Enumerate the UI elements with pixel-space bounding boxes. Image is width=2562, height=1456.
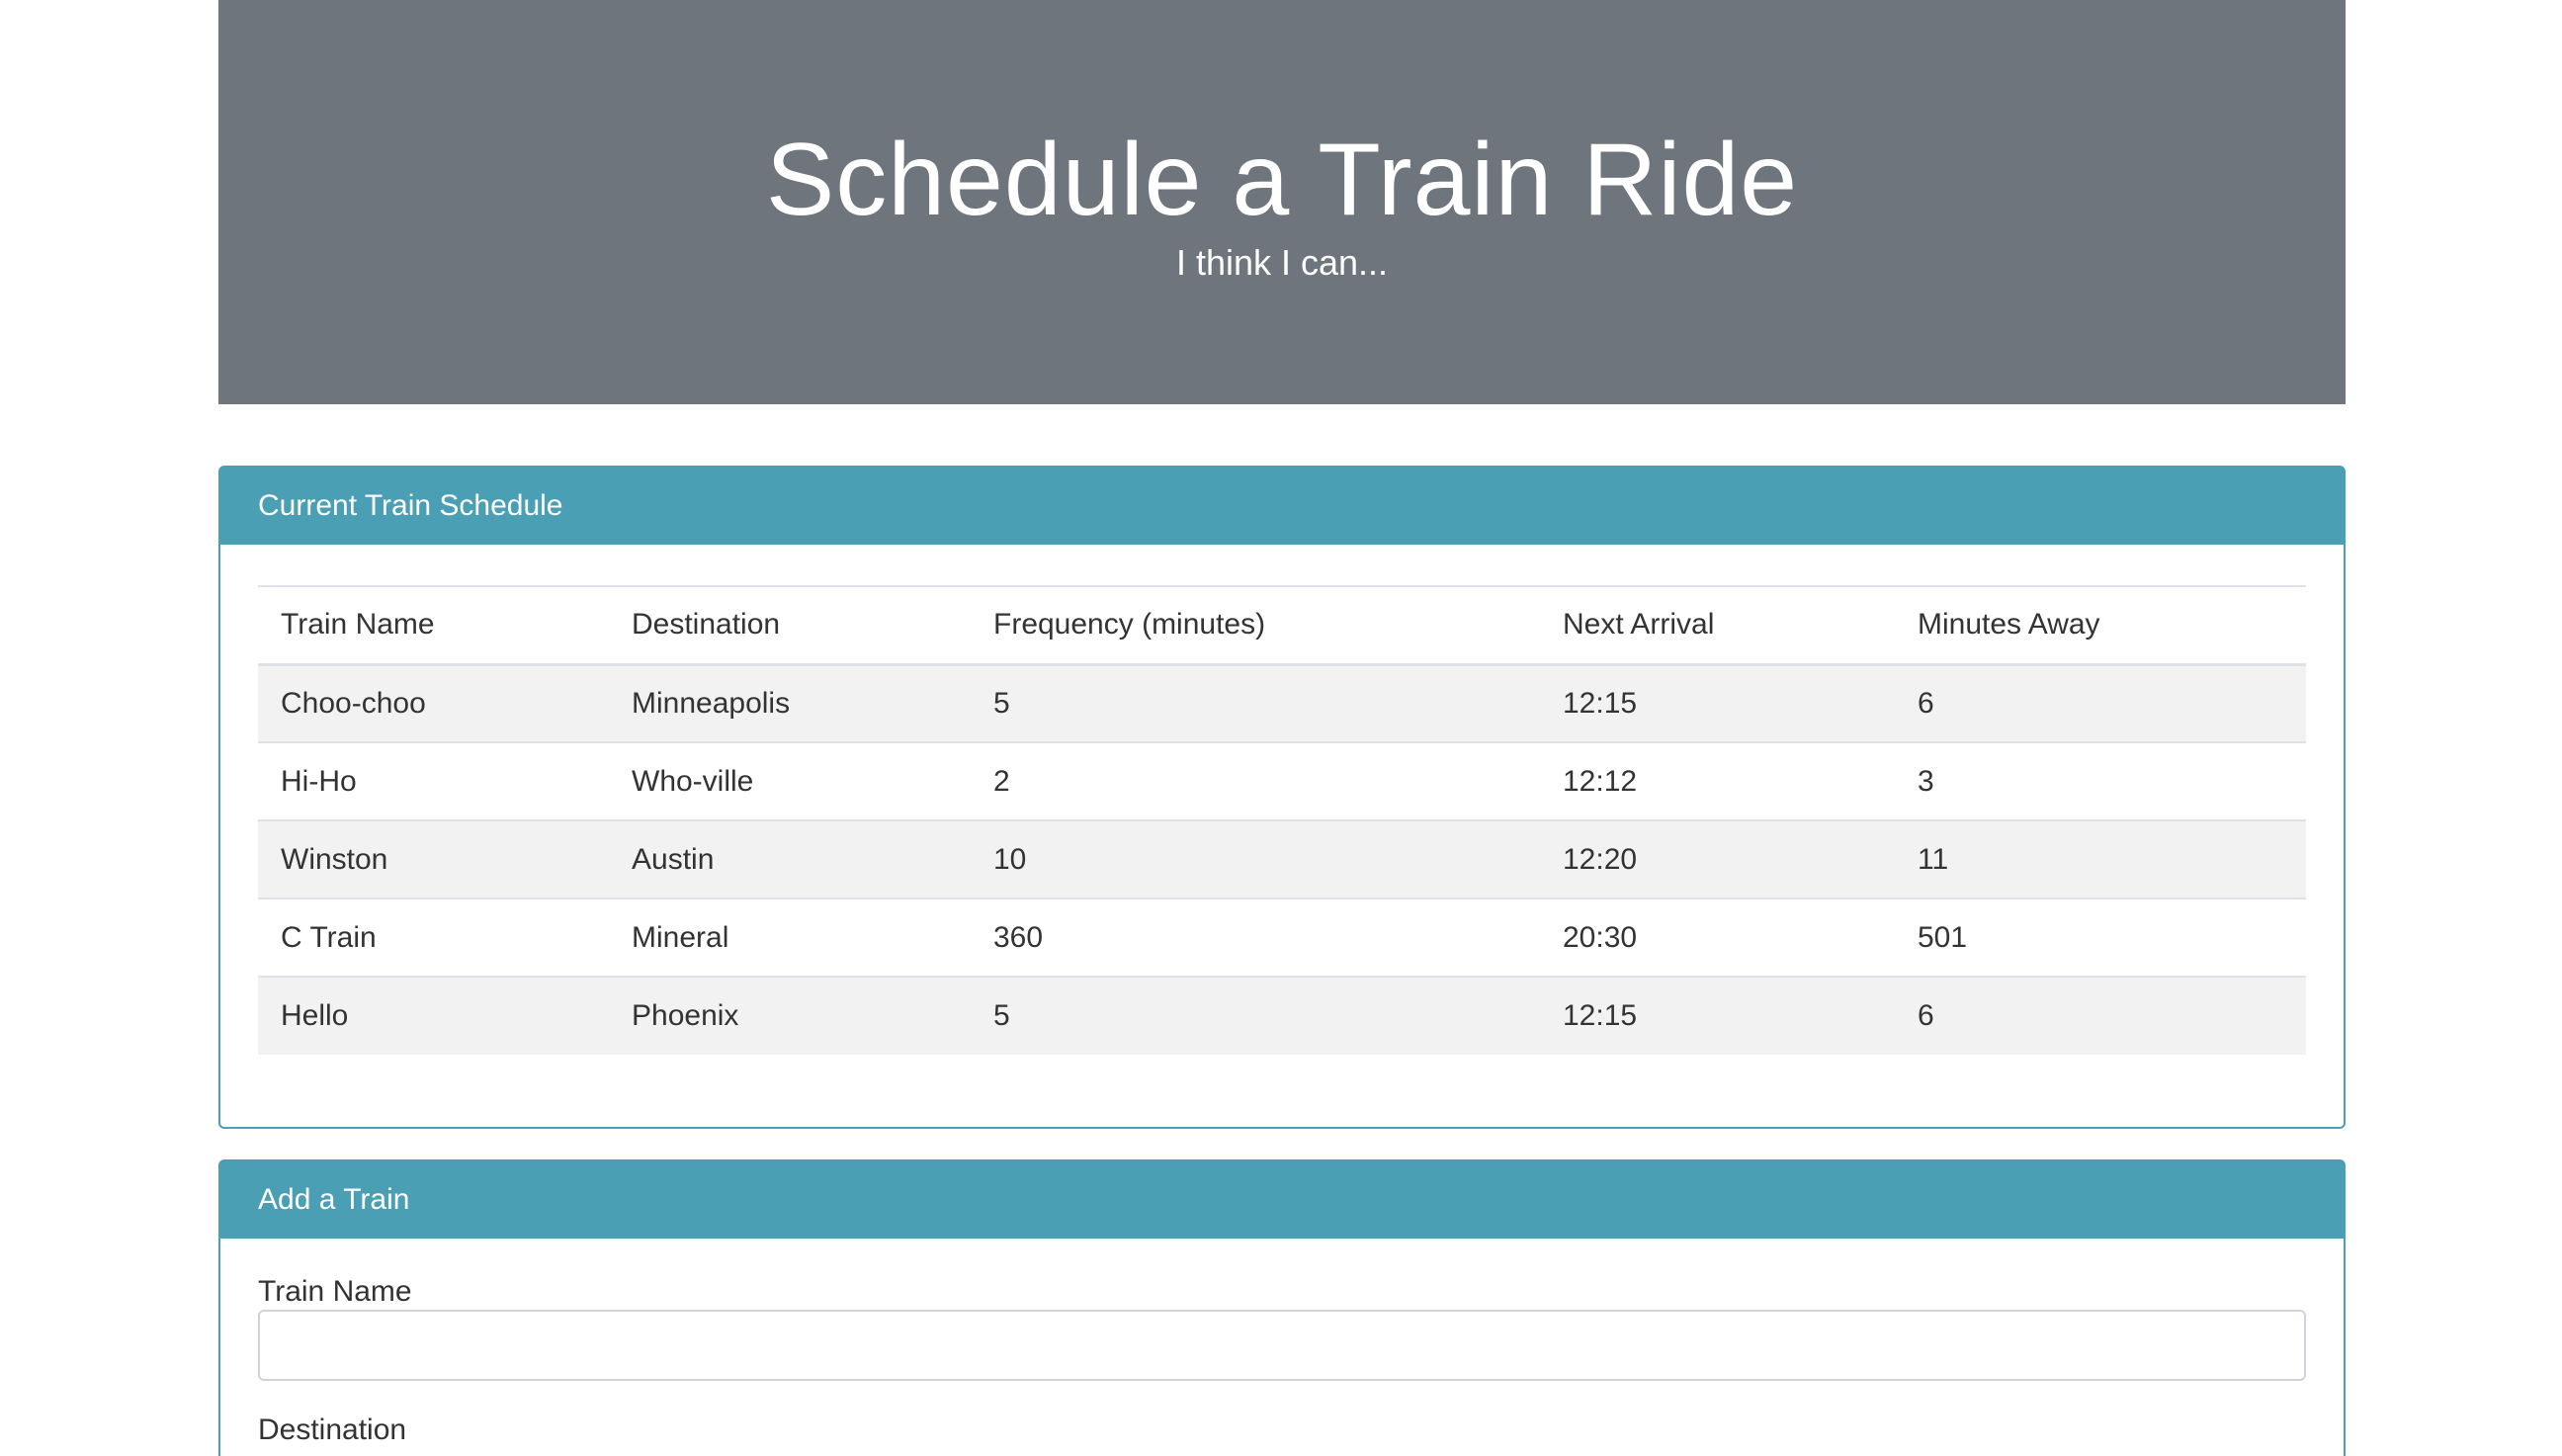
cell-frequency: 2 bbox=[993, 764, 1010, 798]
cell-minutes-away: 11 bbox=[1918, 842, 1949, 876]
cell-minutes-away: 3 bbox=[1918, 764, 1934, 798]
cell-next-arrival: 12:15 bbox=[1563, 686, 1638, 720]
train-schedule-table: Train Name Destination Frequency (minute… bbox=[258, 585, 2306, 1055]
column-header-next-arrival: Next Arrival bbox=[1563, 608, 1715, 642]
train-name-label: Train Name bbox=[258, 1275, 412, 1308]
cell-minutes-away: 6 bbox=[1918, 686, 1934, 720]
cell-next-arrival: 12:12 bbox=[1563, 764, 1638, 798]
cell-destination: Austin bbox=[632, 842, 715, 876]
cell-train-name: Winston bbox=[281, 842, 388, 876]
destination-label: Destination bbox=[258, 1413, 407, 1446]
train-name-input[interactable] bbox=[258, 1310, 2306, 1381]
column-header-train-name: Train Name bbox=[281, 608, 435, 642]
cell-next-arrival: 12:15 bbox=[1563, 999, 1638, 1032]
column-header-minutes-away: Minutes Away bbox=[1918, 608, 2100, 642]
column-header-destination: Destination bbox=[632, 608, 781, 642]
table-header-row: Train Name Destination Frequency (minute… bbox=[258, 586, 2306, 664]
cell-frequency: 360 bbox=[993, 920, 1044, 954]
cell-frequency: 5 bbox=[993, 999, 1010, 1032]
cell-minutes-away: 501 bbox=[1918, 920, 1968, 954]
add-train-panel: Add a Train Train Name Destination bbox=[218, 1159, 2346, 1456]
cell-train-name: Hello bbox=[281, 999, 349, 1032]
cell-minutes-away: 6 bbox=[1918, 999, 1934, 1032]
column-header-frequency: Frequency (minutes) bbox=[993, 608, 1266, 642]
cell-frequency: 5 bbox=[993, 686, 1010, 720]
cell-train-name: Hi-Ho bbox=[281, 764, 357, 798]
table-row: Hello Phoenix 5 12:15 6 bbox=[258, 977, 2306, 1055]
add-train-panel-heading: Add a Train bbox=[220, 1161, 2344, 1239]
schedule-panel-heading: Current Train Schedule bbox=[220, 468, 2344, 545]
table-row: Winston Austin 10 12:20 11 bbox=[258, 820, 2306, 899]
schedule-panel: Current Train Schedule Train Name Destin… bbox=[218, 466, 2346, 1129]
jumbotron-header: Schedule a Train Ride I think I can... bbox=[218, 0, 2346, 404]
page-container: Schedule a Train Ride I think I can... C… bbox=[218, 0, 2346, 1456]
cell-next-arrival: 12:20 bbox=[1563, 842, 1638, 876]
cell-train-name: Choo-choo bbox=[281, 686, 426, 720]
page-subtitle: I think I can... bbox=[1175, 242, 1389, 283]
cell-destination: Who-ville bbox=[632, 764, 754, 798]
cell-destination: Mineral bbox=[632, 920, 729, 954]
table-row: Hi-Ho Who-ville 2 12:12 3 bbox=[258, 742, 2306, 820]
cell-frequency: 10 bbox=[993, 842, 1027, 876]
cell-train-name: C Train bbox=[281, 920, 377, 954]
table-row: C Train Mineral 360 20:30 501 bbox=[258, 899, 2306, 977]
cell-destination: Phoenix bbox=[632, 999, 739, 1032]
cell-next-arrival: 20:30 bbox=[1563, 920, 1638, 954]
cell-destination: Minneapolis bbox=[632, 686, 791, 720]
page-title: Schedule a Train Ride bbox=[765, 123, 1799, 237]
table-row: Choo-choo Minneapolis 5 12:15 6 bbox=[258, 664, 2306, 742]
